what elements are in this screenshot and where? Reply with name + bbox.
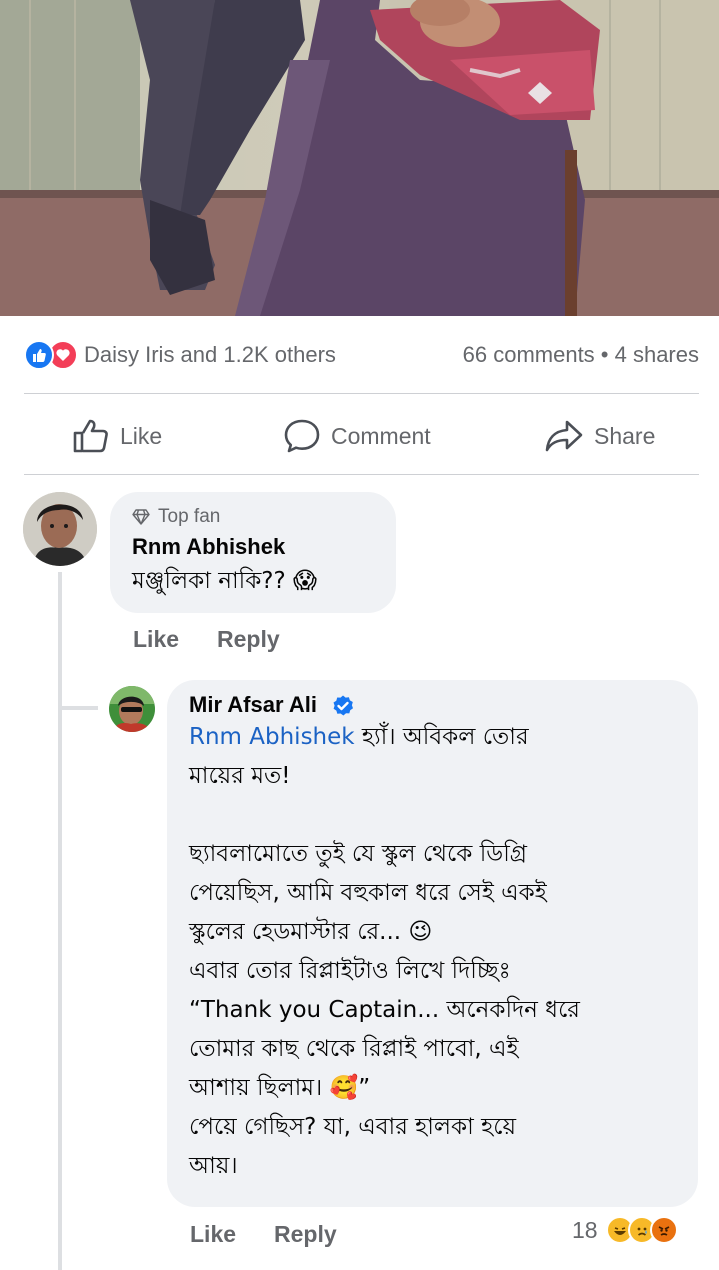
comment-button-label: Comment xyxy=(331,422,431,449)
post-photo-image xyxy=(0,0,719,316)
thread-connector-vertical xyxy=(58,572,62,1270)
share-button-label: Share xyxy=(594,422,656,449)
reactors-text[interactable]: Daisy Iris and 1.2K others xyxy=(84,342,336,368)
reply-reply-button[interactable]: Reply xyxy=(274,1221,337,1248)
thumbs-up-icon xyxy=(73,419,108,453)
comment-actions: Like Reply xyxy=(133,626,318,653)
reply-reaction-count: 18 xyxy=(572,1216,598,1243)
reaction-icons xyxy=(24,340,78,370)
share-arrow-icon xyxy=(545,420,583,452)
divider-bottom xyxy=(24,474,699,475)
commenter-avatar[interactable] xyxy=(23,492,97,566)
diamond-icon xyxy=(132,509,150,525)
comment-text: মঞ্জুলিকা নাকি?? 😱 xyxy=(132,568,317,594)
angry-reaction-icon xyxy=(649,1216,678,1244)
comment-bubble[interactable]: Top fan Rnm Abhishek মঞ্জুলিকা নাকি?? 😱 xyxy=(110,492,396,613)
reply-like-button[interactable]: Like xyxy=(190,1221,236,1248)
reply-reactions[interactable]: 18 xyxy=(572,1216,678,1244)
comment-author[interactable]: Rnm Abhishek xyxy=(132,534,374,560)
thread-connector-branch xyxy=(62,706,98,710)
reply-text-block: Rnm Abhishek হ্যাঁ। অবিকল তোর মায়ের মত!… xyxy=(189,718,676,1186)
reply-author-row: Mir Afsar Ali xyxy=(189,692,676,718)
reply-author[interactable]: Mir Afsar Ali xyxy=(189,692,317,717)
comment-button[interactable]: Comment xyxy=(283,418,431,454)
reply-actions: Like Reply xyxy=(190,1221,375,1248)
like-button-label: Like xyxy=(120,422,163,449)
share-button[interactable]: Share xyxy=(544,418,655,454)
comment-bubble-icon xyxy=(284,419,320,453)
comment-like-button[interactable]: Like xyxy=(133,626,179,653)
replier-avatar[interactable] xyxy=(109,686,155,732)
reaction-summary[interactable]: Daisy Iris and 1.2K others 66 comments •… xyxy=(24,336,699,374)
top-fan-badge: Top fan xyxy=(132,506,374,528)
reply-text: হ্যাঁ। অবিকল তোর মায়ের মত! ছ্যাবলামোতে … xyxy=(189,724,580,1180)
comments-shares-count[interactable]: 66 comments • 4 shares xyxy=(463,342,699,368)
verified-badge-icon xyxy=(333,695,354,716)
top-fan-label: Top fan xyxy=(158,506,221,527)
like-reaction-icon xyxy=(24,340,54,370)
reply-bubble[interactable]: Mir Afsar Ali Rnm Abhishek হ্যাঁ। অবিকল … xyxy=(167,680,698,1207)
post-photo[interactable] xyxy=(0,0,719,316)
reply-mention-link[interactable]: Rnm Abhishek xyxy=(189,724,355,750)
like-button[interactable]: Like xyxy=(72,418,162,454)
post-action-bar: Like Comment Share xyxy=(0,398,719,474)
divider-top xyxy=(24,393,699,394)
comment-reply-button[interactable]: Reply xyxy=(217,626,280,653)
